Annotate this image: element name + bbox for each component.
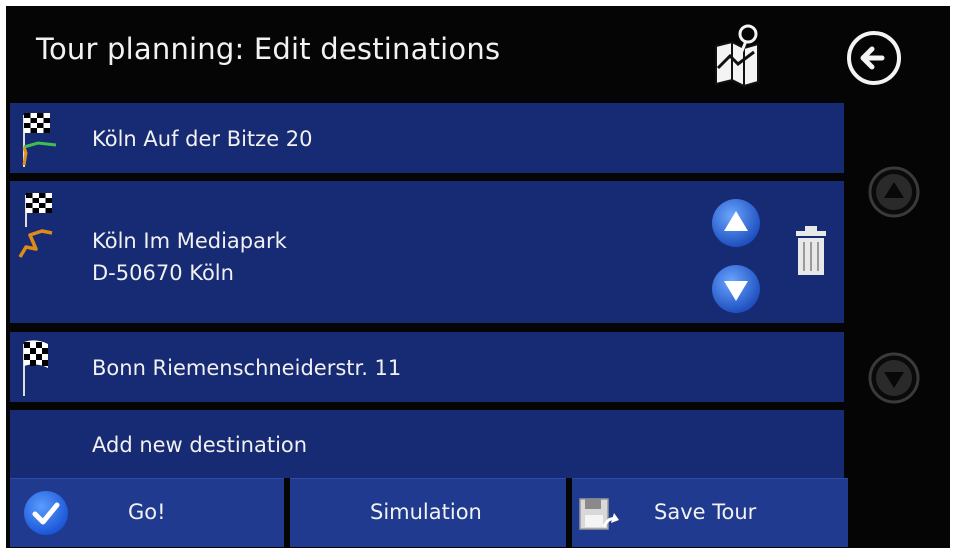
add-destination-label: Add new destination: [92, 433, 308, 457]
add-destination-button[interactable]: Add new destination: [10, 410, 844, 478]
destination-address: Köln Auf der Bitze 20: [92, 127, 313, 151]
map-pin-icon[interactable]: [708, 24, 764, 88]
trash-icon[interactable]: [790, 225, 832, 277]
navigation-screen: Tour planning: Edit destinations Köln Au…: [6, 6, 950, 548]
go-button[interactable]: Go!: [10, 478, 284, 547]
scroll-down-icon[interactable]: [866, 350, 922, 406]
back-arrow-icon[interactable]: [844, 28, 904, 88]
simulation-label: Simulation: [370, 500, 482, 524]
destination-row-3[interactable]: Bonn Riemenschneiderstr. 11: [10, 332, 844, 402]
page-title: Tour planning: Edit destinations: [36, 32, 501, 66]
checkered-flag-icon: [23, 340, 48, 396]
go-label: Go!: [128, 500, 166, 524]
down-arrow-icon[interactable]: [710, 263, 762, 315]
destination-row-1[interactable]: Köln Auf der Bitze 20: [10, 103, 844, 173]
destination-address: Bonn Riemenschneiderstr. 11: [92, 356, 402, 380]
destination-address: Köln Im Mediapark: [92, 229, 287, 253]
checkered-flag-route-icon: [18, 193, 53, 258]
scroll-up-icon[interactable]: [866, 164, 922, 220]
up-arrow-icon[interactable]: [710, 197, 762, 249]
checkmark-icon: [24, 491, 68, 535]
checkered-flag-route-start-icon: [22, 113, 57, 167]
save-tour-button[interactable]: Save Tour: [572, 478, 848, 547]
save-disk-icon: [579, 498, 619, 530]
save-tour-label: Save Tour: [654, 500, 757, 524]
destination-city: D-50670 Köln: [92, 261, 234, 285]
simulation-button[interactable]: Simulation: [290, 478, 566, 547]
bottom-toolbar: Go! Simulation Save Tour: [6, 478, 950, 548]
destination-row-2[interactable]: Köln Im Mediapark D-50670 Köln: [10, 181, 844, 323]
header: Tour planning: Edit destinations: [6, 6, 950, 102]
